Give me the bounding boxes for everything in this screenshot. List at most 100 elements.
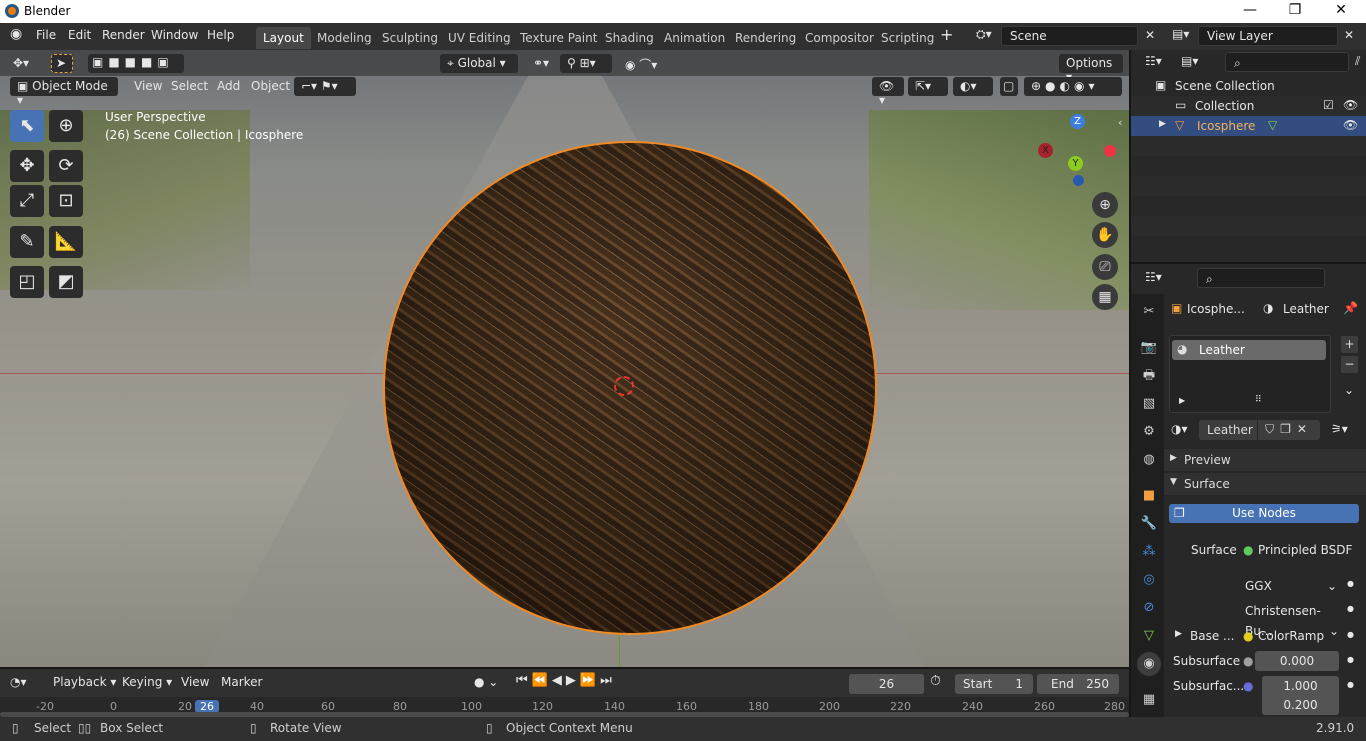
- slot-expand-icon[interactable]: ▶: [1179, 396, 1185, 405]
- funnel-icon[interactable]: ⫽: [1355, 54, 1360, 69]
- xray-toggle-icon[interactable]: ▢: [1000, 77, 1018, 96]
- ortho-grid-icon[interactable]: ▦: [1092, 284, 1118, 310]
- timeline-menu-keying[interactable]: Keying ▾: [122, 675, 172, 689]
- material-name-field[interactable]: Leather: [1199, 420, 1257, 440]
- scene-icon[interactable]: ⛭▾: [976, 27, 992, 42]
- end-frame-field[interactable]: End 250: [1037, 674, 1119, 694]
- collection-eye-icon[interactable]: 👁: [1343, 98, 1358, 112]
- surface-shader-field[interactable]: Principled BSDF: [1258, 543, 1352, 557]
- material-browse-icon[interactable]: ◑▾: [1171, 422, 1188, 436]
- camera-view-icon[interactable]: ⎚: [1092, 254, 1118, 280]
- sidebar-toggle-icon[interactable]: ‹: [1118, 116, 1122, 129]
- proportional-edit-icon[interactable]: ◉ ⌒▾: [618, 54, 664, 73]
- tab-uv-editing[interactable]: UV Editing: [441, 27, 518, 49]
- subsurface-radius-x-field[interactable]: 1.000: [1262, 676, 1339, 696]
- timeline-menu-view[interactable]: View: [181, 675, 209, 689]
- slot-resize-handle[interactable]: ⠿: [1255, 395, 1262, 405]
- current-frame-field[interactable]: 26: [849, 674, 924, 694]
- tab-animation[interactable]: Animation: [657, 27, 732, 49]
- material-fake-user-new-unlink[interactable]: ⛉❐✕: [1258, 420, 1320, 440]
- add-plane-tool[interactable]: ◩: [49, 266, 83, 298]
- data-tab-icon[interactable]: ▽: [1139, 626, 1159, 646]
- view-layer-selector[interactable]: View Layer: [1198, 26, 1338, 46]
- snap-options-icon[interactable]: ⌐▾ ⚑▾: [294, 77, 356, 96]
- outliner-search-input[interactable]: ⌕: [1225, 52, 1349, 72]
- transform-orientation-dropdown[interactable]: ⌖ Global ▾: [440, 54, 518, 73]
- distribution-dropdown[interactable]: GGX ⌄: [1241, 576, 1341, 596]
- properties-search-input[interactable]: ⌕: [1197, 268, 1325, 288]
- icosphere-eye-icon[interactable]: 👁: [1343, 118, 1358, 132]
- subsurface-method-dropdown[interactable]: Christensen-Bu... ⌄: [1241, 601, 1341, 638]
- material-slot-item[interactable]: ◕ Leather: [1172, 340, 1326, 360]
- menu-file[interactable]: File: [36, 28, 56, 42]
- properties-editor-icon[interactable]: ☷▾: [1145, 270, 1162, 284]
- slot-specials-icon[interactable]: ⌄: [1344, 383, 1354, 397]
- cursor-tool[interactable]: ⊕: [49, 110, 83, 142]
- measure-tool[interactable]: 📐: [49, 226, 83, 258]
- playback-controls[interactable]: ⏮⏪◀▶⏩⏭: [516, 673, 616, 688]
- maximize-button[interactable]: ❐: [1275, 2, 1315, 18]
- visibility-icon[interactable]: 👁▾: [872, 77, 904, 107]
- tab-compositor[interactable]: Compositor: [798, 27, 881, 49]
- keyframe-dot-icon[interactable]: ●: [1347, 604, 1354, 613]
- material-tab-icon[interactable]: ◉: [1137, 652, 1161, 676]
- particles-tab-icon[interactable]: ⁂: [1139, 542, 1159, 562]
- keyframe-dot-icon[interactable]: ●: [1347, 655, 1354, 664]
- subsurface-value-field[interactable]: 0.000: [1255, 651, 1339, 671]
- add-cube-tool[interactable]: ◰: [10, 266, 44, 298]
- modifier-tab-icon[interactable]: 🔧: [1139, 514, 1159, 534]
- preview-panel-header[interactable]: ▶ Preview: [1164, 449, 1366, 471]
- object-tab-icon[interactable]: ■: [1139, 486, 1159, 506]
- timeline-editor-icon[interactable]: ◔▾: [10, 675, 27, 689]
- gizmo-x-axis[interactable]: X: [1038, 143, 1053, 158]
- zoom-icon[interactable]: ⊕: [1092, 192, 1118, 218]
- node-tree-icon[interactable]: ⚞▾: [1331, 422, 1348, 436]
- 3d-cursor-icon[interactable]: [614, 376, 634, 396]
- close-button[interactable]: ✕: [1321, 2, 1361, 18]
- texture-tab-icon[interactable]: ▦: [1139, 690, 1159, 710]
- shading-mode-buttons[interactable]: ⊕●◐◉▾: [1024, 77, 1122, 96]
- pin-icon[interactable]: 📌: [1343, 301, 1358, 315]
- outliner-row-collection[interactable]: ▭ Collection ☑ 👁: [1131, 96, 1366, 116]
- gizmo-y-axis[interactable]: Y: [1068, 156, 1083, 171]
- transform-tool[interactable]: ⊡: [49, 185, 83, 217]
- viewport-menu-add[interactable]: Add: [210, 77, 247, 96]
- pivot-point-icon[interactable]: ⚭▾: [526, 54, 556, 73]
- subsurface-radius-y-field[interactable]: 0.200: [1262, 695, 1339, 715]
- tab-texture-paint[interactable]: Texture Paint: [513, 27, 604, 49]
- gizmo-z-axis[interactable]: Z: [1070, 114, 1085, 129]
- tab-scripting[interactable]: Scripting: [874, 27, 941, 49]
- tab-modeling[interactable]: Modeling: [310, 27, 379, 49]
- auto-keying-icon[interactable]: ● ⌄: [474, 675, 498, 689]
- keyframe-dot-icon[interactable]: ●: [1347, 579, 1354, 588]
- tab-shading[interactable]: Shading: [598, 27, 661, 49]
- tool-tab-icon[interactable]: ✂: [1139, 302, 1159, 322]
- gizmo-z-negative[interactable]: [1073, 175, 1084, 186]
- collection-checkbox-icon[interactable]: ☑: [1323, 98, 1334, 112]
- render-tab-icon[interactable]: 📷: [1139, 338, 1159, 358]
- keyframe-dot-icon[interactable]: ●: [1347, 680, 1354, 689]
- gizmo-x-negative[interactable]: [1104, 145, 1116, 157]
- view-layer-icon[interactable]: ▤▾: [1172, 27, 1189, 41]
- viewport-menu-select[interactable]: Select: [164, 77, 215, 96]
- 3d-viewport[interactable]: ✥▾ ➤ ▣■■■▣ ⌖ Global ▾ ⚭▾ ⚲ ⊞▾ ◉ ⌒▾ Optio…: [0, 50, 1129, 667]
- tab-rendering[interactable]: Rendering: [728, 27, 803, 49]
- rotate-tool[interactable]: ⟳: [49, 150, 83, 182]
- outliner-editor-icon[interactable]: ☷▾: [1145, 54, 1162, 68]
- tab-layout[interactable]: Layout: [256, 27, 311, 49]
- outliner-row-scene-collection[interactable]: ▣ Scene Collection: [1131, 76, 1366, 96]
- outliner-row-icosphere[interactable]: ▶ ▽ Icosphere ▽ 👁: [1131, 116, 1366, 136]
- select-box-tool[interactable]: ⬉: [10, 110, 44, 142]
- minimize-button[interactable]: —: [1230, 2, 1270, 18]
- tab-sculpting[interactable]: Sculpting: [375, 27, 445, 49]
- viewport-menu-object[interactable]: Object: [244, 77, 297, 96]
- view-layer-remove-icon[interactable]: ✕: [1344, 28, 1354, 42]
- stopwatch-icon[interactable]: ⏱: [930, 673, 941, 689]
- object-mode-dropdown[interactable]: ▣ Object Mode ▾: [10, 77, 118, 107]
- add-slot-button[interactable]: +: [1341, 336, 1358, 353]
- pan-hand-icon[interactable]: ✋: [1092, 222, 1118, 248]
- timeline-menu-playback[interactable]: Playback ▾: [53, 675, 116, 689]
- output-tab-icon[interactable]: 🖶: [1139, 366, 1159, 386]
- select-tool-icon[interactable]: ➤: [51, 54, 73, 73]
- keyframe-dot-icon[interactable]: ●: [1347, 630, 1354, 639]
